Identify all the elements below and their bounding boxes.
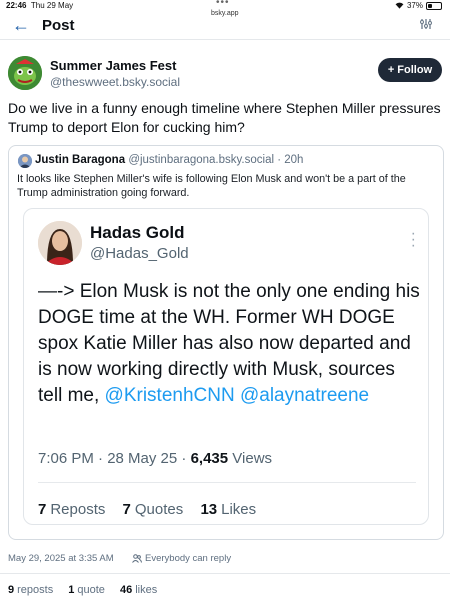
quotes-link[interactable]: 1 quote <box>68 584 105 596</box>
embedded-image[interactable]: Hadas Gold @Hadas_Gold · · · —-> Elon Musk… <box>23 208 429 525</box>
author-name[interactable]: Summer James Fest <box>50 58 176 73</box>
status-time: 22:46 Thu 29 May <box>6 1 74 10</box>
quote-header: Justin Baragona @justinbaragona.bsky.soc… <box>35 154 303 166</box>
author-handle[interactable]: @theswweet.bsky.social <box>50 75 180 89</box>
embed-author-handle: @Hadas_Gold <box>90 245 189 262</box>
post-timestamp: May 29, 2025 at 3:35 AM <box>8 553 114 564</box>
plus-icon: + <box>387 64 395 76</box>
likes-link[interactable]: 46 likes <box>120 584 157 596</box>
people-icon <box>132 554 142 563</box>
reposts-link[interactable]: 9 reposts <box>8 584 53 596</box>
post-text: Do we live in a funny enough timeline wh… <box>8 100 441 135</box>
quote-card[interactable]: Justin Baragona @justinbaragona.bsky.soc… <box>8 145 444 540</box>
reply-permission[interactable]: Everybody can reply <box>132 553 231 564</box>
battery-percent: 37% <box>406 1 423 10</box>
battery-icon <box>426 1 442 10</box>
embed-author-name: Hadas Gold <box>90 223 185 242</box>
filter-icon[interactable] <box>420 18 432 33</box>
quote-avatar <box>18 154 32 168</box>
back-arrow-icon[interactable]: ← <box>12 16 30 34</box>
quote-author-name[interactable]: Justin Baragona <box>35 154 125 166</box>
embed-stats: 7 Reposts 7 Quotes 13 Likes <box>38 501 257 518</box>
wifi-icon <box>395 2 404 9</box>
embed-avatar <box>38 221 82 265</box>
quote-age: · 20h <box>277 154 304 166</box>
post-header: ← Post <box>0 14 450 36</box>
follow-label: Follow <box>397 64 433 76</box>
browser-dots-icon: ••• <box>216 0 230 8</box>
quote-author-handle[interactable]: @justinbaragona.bsky.social <box>128 154 274 166</box>
status-right: 37% <box>395 1 442 10</box>
status-bar: 22:46 Thu 29 May ••• bsky.app 37% <box>0 0 450 17</box>
avatar[interactable] <box>8 56 42 90</box>
page-title: Post <box>42 17 75 34</box>
embed-meta: 7:06 PM · 28 May 25 · 6,435 Views <box>38 450 273 467</box>
embed-divider <box>38 482 416 483</box>
mention-alayna: @alaynatreene <box>239 385 370 406</box>
quote-text: It looks like Stephen Miller's wife is f… <box>17 173 406 199</box>
engagement-counts: 9 reposts 1 quote 46 likes <box>8 584 169 596</box>
follow-button[interactable]: + Follow <box>378 58 442 82</box>
header-divider <box>0 39 450 40</box>
embed-text: —-> Elon Musk is not the only one ending… <box>38 281 420 406</box>
mention-kristen: @KristenhCNN <box>104 385 235 406</box>
more-vertical-icon: · · · <box>410 225 416 254</box>
footer-divider <box>0 573 450 574</box>
